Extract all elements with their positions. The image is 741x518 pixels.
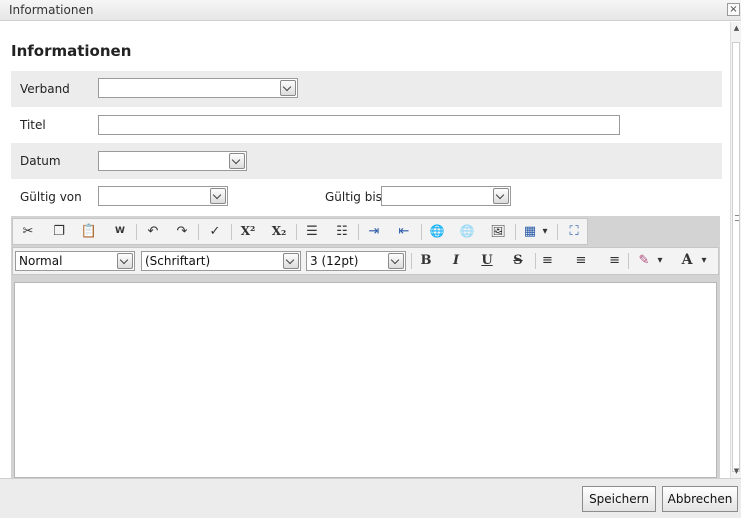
gueltig-row: Gültig von Gültig bis (11, 179, 722, 215)
chevron-down-icon[interactable] (493, 188, 509, 204)
datum-row: Datum (11, 143, 722, 179)
chevron-down-icon[interactable] (283, 253, 299, 269)
gueltig-von-select[interactable] (98, 186, 228, 206)
undo-icon[interactable]: ↶ (142, 221, 164, 242)
bulleted-list-icon[interactable]: ☷ (331, 221, 353, 242)
italic-icon[interactable]: I (445, 250, 467, 271)
highlight-color-icon[interactable]: ✎ (633, 250, 655, 271)
titel-label: Titel (20, 118, 46, 132)
window-title: Informationen (9, 3, 94, 17)
format-value: Normal (19, 254, 63, 268)
gueltig-bis-label: Gültig bis (325, 190, 382, 204)
verband-select[interactable] (98, 78, 298, 98)
font-color-dropdown-icon[interactable]: ▾ (698, 250, 710, 271)
size-select[interactable]: 3 (12pt) (306, 251, 406, 271)
subscript-icon[interactable]: X₂ (268, 221, 290, 242)
outdent-icon[interactable]: ⇤ (393, 221, 415, 242)
format-dropdown[interactable] (116, 252, 134, 270)
image-icon[interactable]: 🖼 (487, 221, 509, 242)
vertical-scrollbar[interactable]: ▲ ▼ (730, 22, 741, 478)
spellcheck-icon[interactable]: ✓ (204, 221, 226, 242)
editor-toolbar-top: ✂ ❐ 📋 W ↶ ↷ ✓ X² X₂ ☰ ☷ ⇥ ⇤ 🌐 🌐 🖼 ▦ ▾ ⛶ (12, 218, 588, 245)
indent-icon[interactable]: ⇥ (363, 221, 385, 242)
editor-toolbar-bottom: Normal (Schriftart) 3 (12pt) B I U S ≡ ≡… (12, 247, 719, 275)
scroll-down-icon[interactable]: ▼ (732, 467, 741, 476)
size-dropdown[interactable] (387, 252, 405, 270)
dialog-content: Informationen Verband Titel Datum Gültig… (0, 22, 730, 478)
chevron-down-icon[interactable] (229, 153, 245, 169)
gueltig-von-label: Gültig von (20, 190, 82, 204)
maximize-icon[interactable]: ⛶ (563, 221, 585, 242)
editor-text-area[interactable] (14, 282, 717, 478)
table-icon[interactable]: ▦ (519, 221, 541, 242)
toolbar-separator (358, 224, 359, 240)
datum-label: Datum (20, 154, 61, 168)
rich-text-editor: ✂ ❐ 📋 W ↶ ↷ ✓ X² X₂ ☰ ☷ ⇥ ⇤ 🌐 🌐 🖼 ▦ ▾ ⛶ … (11, 216, 720, 478)
chevron-down-icon[interactable] (117, 253, 133, 269)
numbered-list-icon[interactable]: ☰ (301, 221, 323, 242)
chevron-down-icon[interactable] (388, 253, 404, 269)
toolbar-separator (411, 253, 412, 269)
cancel-button[interactable]: Abbrechen (662, 486, 738, 512)
window-titlebar: Informationen × (0, 0, 741, 21)
align-right-icon[interactable]: ≡ (601, 250, 623, 271)
font-color-icon[interactable]: A (676, 250, 698, 271)
font-select[interactable]: (Schriftart) (141, 251, 301, 271)
titel-input[interactable] (98, 115, 620, 135)
grip-icon (735, 215, 739, 221)
link-icon[interactable]: 🌐 (426, 221, 448, 242)
toolbar-separator (421, 224, 422, 240)
page-title: Informationen (11, 42, 132, 60)
toolbar-separator (296, 224, 297, 240)
toolbar-separator (628, 253, 629, 269)
scrollbar-thumb[interactable] (732, 42, 740, 472)
size-value: 3 (12pt) (310, 254, 359, 268)
underline-icon[interactable]: U (476, 250, 498, 271)
redo-icon[interactable]: ↷ (171, 221, 193, 242)
unlink-icon[interactable]: 🌐 (456, 221, 478, 242)
format-select[interactable]: Normal (15, 251, 135, 271)
toolbar-separator (231, 224, 232, 240)
paste-word-icon[interactable]: W (109, 221, 131, 242)
cut-icon[interactable]: ✂ (17, 221, 39, 242)
bold-icon[interactable]: B (415, 250, 437, 271)
gueltig-bis-select[interactable] (381, 186, 511, 206)
save-button[interactable]: Speichern (582, 486, 656, 512)
close-icon[interactable]: × (727, 3, 740, 16)
paste-icon[interactable]: 📋 (78, 221, 100, 242)
toolbar-separator (198, 224, 199, 240)
chevron-down-icon[interactable] (280, 80, 296, 96)
chevron-down-icon[interactable] (210, 188, 226, 204)
toolbar-separator (557, 224, 558, 240)
highlight-dropdown-icon[interactable]: ▾ (654, 250, 666, 271)
toolbar-separator (136, 224, 137, 240)
toolbar-separator (535, 253, 536, 269)
superscript-icon[interactable]: X² (237, 221, 259, 242)
font-dropdown[interactable] (282, 252, 300, 270)
font-value: (Schriftart) (145, 254, 211, 268)
dialog-footer: Speichern Abbrechen (0, 478, 741, 518)
table-dropdown-icon[interactable]: ▾ (539, 221, 551, 242)
scroll-up-icon[interactable]: ▲ (732, 24, 741, 33)
verband-row: Verband (11, 71, 722, 107)
datum-select[interactable] (98, 151, 247, 171)
titel-row: Titel (11, 107, 722, 143)
strikethrough-icon[interactable]: S (507, 250, 529, 271)
align-center-icon[interactable]: ≡ (570, 250, 592, 271)
toolbar-separator (515, 224, 516, 240)
align-left-icon[interactable]: ≡ (539, 250, 561, 271)
copy-icon[interactable]: ❐ (48, 221, 70, 242)
verband-label: Verband (20, 82, 70, 96)
